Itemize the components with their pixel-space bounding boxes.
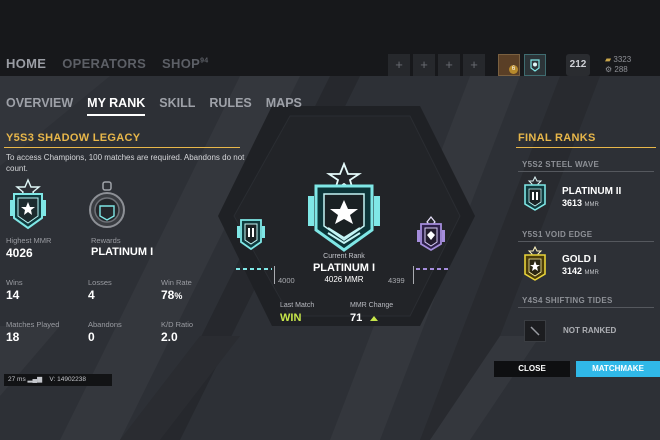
current-rank-platinum-i-icon	[308, 162, 380, 252]
tab-skill[interactable]: SKILL	[159, 96, 195, 116]
season-divider-y4s4	[518, 307, 654, 308]
level-badge[interactable]: 212	[566, 54, 590, 76]
losses-value: 4	[88, 288, 95, 302]
main-nav: HOME OPERATORS SHOP94	[6, 56, 208, 71]
currency-display: ▰ 3323 ⚙ 288	[605, 55, 631, 75]
nav-shop[interactable]: SHOP94	[162, 56, 208, 71]
current-rank-name: PLATINUM I	[312, 262, 376, 274]
current-rank-label: Current Rank	[323, 253, 365, 260]
matches-label: Matches Played	[6, 320, 60, 329]
abandons-label: Abandons	[88, 320, 122, 329]
highest-mmr-label: Highest MMR	[6, 236, 52, 245]
losses-label: Losses	[88, 278, 112, 287]
last-match-label: Last Match	[280, 302, 315, 309]
shop-badge: 94	[200, 57, 209, 65]
winrate-unit: %	[174, 291, 183, 301]
tab-bar: OVERVIEW MY RANK SKILL RULES MAPS	[6, 96, 302, 116]
season-name-y5s2: Y5S2 STEEL WAVE	[522, 160, 600, 169]
season-name-y5s1: Y5S1 VOID EDGE	[522, 230, 593, 239]
kd-label: K/D Ratio	[161, 320, 194, 329]
season-divider-y5s1	[518, 241, 654, 242]
player-avatar[interactable]: 6	[498, 54, 520, 76]
ping-value: 27	[8, 376, 16, 383]
squad-slot-add-icon[interactable]: +	[438, 54, 460, 76]
next-rank-diamond-icon	[417, 216, 445, 252]
range-max: 4399	[388, 276, 405, 285]
wins-value: 14	[6, 288, 20, 302]
nav-home[interactable]: HOME	[6, 56, 46, 71]
kd-value: 2.0	[161, 330, 178, 344]
gold-i-icon	[524, 246, 546, 281]
version-value: 14902238	[57, 376, 87, 383]
season-title: Y5S3 SHADOW LEGACY	[6, 132, 141, 144]
ranked-panel: OVERVIEW MY RANK SKILL RULES MAPS Y5S3 S…	[0, 76, 660, 440]
range-max-tick	[413, 266, 414, 284]
player-rank-avatar[interactable]	[524, 54, 546, 76]
final-ranks-divider	[516, 147, 656, 148]
rank-progress-left-bar	[236, 268, 272, 270]
squad-slot-add-icon[interactable]: +	[413, 54, 435, 76]
current-mmr: 4026 MMR	[324, 275, 364, 284]
rewards-charm-icon	[89, 181, 125, 228]
tab-maps[interactable]: MAPS	[266, 96, 302, 116]
champions-note: To access Champions, 100 matches are req…	[6, 153, 245, 173]
renown-icon: ▰	[605, 55, 612, 64]
rewards-value: PLATINUM I	[91, 246, 154, 258]
season-divider	[4, 147, 240, 148]
last-match-value: WIN	[280, 312, 302, 324]
unranked-icon	[524, 320, 546, 342]
range-min: 4000	[278, 276, 295, 285]
previous-rank-platinum-ii-icon	[237, 219, 265, 251]
winrate-label: Win Rate	[161, 278, 192, 287]
ping-unit: ms	[17, 376, 26, 383]
r6-credits-icon: ⚙	[605, 65, 613, 74]
nav-shop-label: SHOP	[162, 56, 201, 71]
winrate-number: 78	[161, 288, 175, 302]
avatar-level-badge: 6	[509, 65, 518, 74]
season-rank-y4s4: NOT RANKED	[563, 326, 617, 335]
tab-overview[interactable]: OVERVIEW	[6, 96, 73, 116]
season-mmr-unit-y5s2: MMR	[584, 202, 599, 208]
nav-operators[interactable]: OPERATORS	[62, 56, 146, 71]
highest-mmr-value: 4026	[6, 246, 33, 260]
season-name-y4s4: Y4S4 SHIFTING TIDES	[522, 296, 613, 305]
top-bar: HOME OPERATORS SHOP94 + + + + 6 212 ▰ 33…	[0, 0, 660, 76]
mmr-change-label: MMR Change	[350, 302, 394, 309]
winrate-value: 78%	[161, 288, 182, 302]
unranked-slash-icon	[530, 326, 540, 336]
rank-shield-icon	[530, 59, 540, 72]
close-button[interactable]: CLOSE	[494, 361, 570, 377]
season-rank-y5s1: GOLD I	[562, 254, 597, 265]
season-mmr-y5s2: 3613 MMR	[562, 198, 599, 208]
tab-rules[interactable]: RULES	[209, 96, 251, 116]
matches-value: 18	[6, 330, 20, 344]
mmr-up-arrow-icon	[370, 316, 378, 321]
season-divider-y5s2	[518, 171, 654, 172]
season-mmr-unit-y5s1: MMR	[584, 270, 599, 276]
tab-my-rank[interactable]: MY RANK	[87, 96, 146, 116]
season-rank-y5s2: PLATINUM II	[562, 186, 622, 197]
final-ranks-title: FINAL RANKS	[518, 132, 596, 144]
credits-value: 288	[614, 65, 628, 74]
version-prefix: V:	[49, 376, 56, 383]
wins-label: Wins	[6, 278, 23, 287]
squad-slot-add-icon[interactable]: +	[463, 54, 485, 76]
season-mmr-value-y5s1: 3142	[562, 266, 583, 276]
season-mmr-y5s1: 3142 MMR	[562, 266, 599, 276]
renown-value: 3323	[613, 55, 632, 64]
squad-slots: + + + +	[388, 54, 485, 76]
squad-slot-add-icon[interactable]: +	[388, 54, 410, 76]
season-mmr-value-y5s2: 3613	[562, 198, 583, 208]
highest-rank-platinum-icon	[10, 178, 46, 230]
rewards-label: Rewards	[91, 236, 121, 245]
platinum-ii-icon	[524, 176, 546, 211]
rank-progress-right-bar	[416, 268, 448, 270]
abandons-value: 0	[88, 330, 95, 344]
matchmake-button[interactable]: MATCHMAKE	[576, 361, 660, 377]
network-info: 27 ms ▂▄▆ V: 14902238	[4, 374, 112, 386]
range-min-tick	[274, 266, 275, 284]
signal-icon: ▂▄▆	[27, 376, 43, 383]
mmr-change-value: 71	[350, 312, 363, 324]
